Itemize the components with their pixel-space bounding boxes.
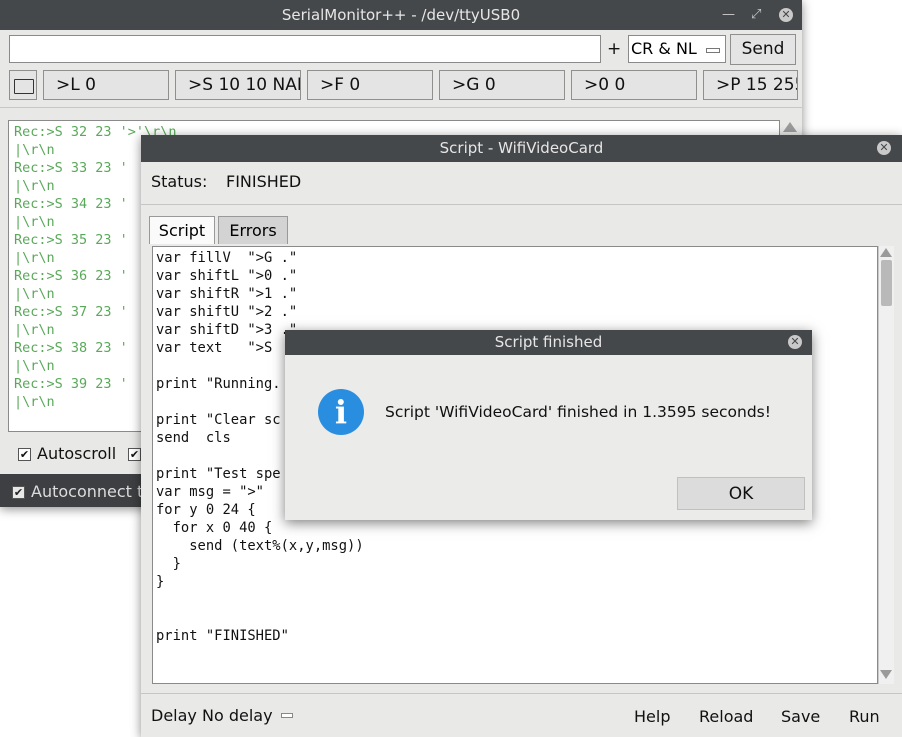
close-icon[interactable]: ✕ <box>788 335 802 349</box>
folder-icon <box>14 79 34 94</box>
close-icon[interactable]: ✕ <box>779 8 793 22</box>
code-line: for x 0 40 { <box>156 520 273 536</box>
dropdown-icon <box>280 713 293 718</box>
macro-button-2[interactable]: >S 10 10 NARROW <box>175 70 301 100</box>
run-button[interactable]: Run <box>849 707 880 726</box>
main-titlebar: SerialMonitor++ - /dev/ttyUSB0 — ⤢ ✕ <box>0 0 802 30</box>
maximize-icon[interactable]: ⤢ <box>751 0 761 30</box>
info-icon: i <box>318 389 364 435</box>
script-finished-dialog: Script finished ✕ i Script 'WifiVideoCar… <box>285 330 812 520</box>
line-ending-value: CR & NL <box>631 39 697 58</box>
open-folder-button[interactable] <box>9 70 37 100</box>
script-window-title: Script - WifiVideoCard <box>439 139 604 157</box>
code-line: } <box>156 556 181 572</box>
code-line: var shiftL ">0 ." <box>156 268 298 284</box>
main-window-title: SerialMonitor++ - /dev/ttyUSB0 <box>281 6 521 24</box>
log-scroll-up-icon[interactable] <box>783 122 797 132</box>
checkbox-checked-icon: ✔ <box>12 486 25 499</box>
macro-button-3[interactable]: >F 0 <box>307 70 433 100</box>
autoconnect-checkbox[interactable]: ✔ Autoconnect t <box>12 482 143 501</box>
dialog-title: Script finished <box>494 333 603 351</box>
macro-button-6[interactable]: >P 15 255 <box>703 70 798 100</box>
status-value: FINISHED <box>226 172 302 191</box>
scroll-up-icon[interactable] <box>880 248 892 257</box>
separator <box>141 693 902 694</box>
send-button[interactable]: Send <box>730 34 796 65</box>
checkbox-checked-icon: ✔ <box>128 448 141 461</box>
plus-label: + <box>607 39 622 59</box>
minimize-icon[interactable]: — <box>722 0 735 30</box>
dropdown-icon <box>706 48 720 53</box>
checkbox-checked-icon: ✔ <box>18 448 31 461</box>
code-line: } <box>156 574 165 590</box>
editor-scrollbar[interactable] <box>878 246 894 684</box>
help-button[interactable]: Help <box>634 707 670 726</box>
tab-errors[interactable]: Errors <box>218 216 288 244</box>
autoscroll-checkbox[interactable]: ✔ Autoscroll <box>18 444 116 463</box>
reload-button[interactable]: Reload <box>699 707 753 726</box>
scrollbar-thumb[interactable] <box>881 260 892 306</box>
separator <box>0 107 802 108</box>
ok-button[interactable]: OK <box>677 477 805 510</box>
script-titlebar: Script - WifiVideoCard ✕ <box>141 135 902 162</box>
separator <box>141 204 902 205</box>
dialog-titlebar: Script finished ✕ <box>285 330 812 355</box>
close-icon[interactable]: ✕ <box>877 141 891 155</box>
code-line: send (text%(x,y,msg)) <box>156 538 364 554</box>
delay-select[interactable]: Delay No delay <box>151 706 293 725</box>
macro-button-1[interactable]: >L 0 <box>43 70 169 100</box>
tab-script[interactable]: Script <box>149 216 215 244</box>
macro-button-4[interactable]: >G 0 <box>439 70 565 100</box>
status-label: Status: <box>151 172 208 191</box>
code-line: var shiftU ">2 ." <box>156 304 298 320</box>
scroll-down-icon[interactable] <box>880 670 892 679</box>
code-line: print "FINISHED" <box>156 628 289 644</box>
code-line: var fillV ">G ." <box>156 250 298 266</box>
code-line: var shiftR ">1 ." <box>156 286 298 302</box>
send-input[interactable] <box>9 35 601 63</box>
line-ending-select[interactable]: CR & NL <box>628 35 726 63</box>
dialog-message: Script 'WifiVideoCard' finished in 1.359… <box>385 403 771 421</box>
save-button[interactable]: Save <box>781 707 820 726</box>
macro-button-5[interactable]: >0 0 <box>571 70 697 100</box>
